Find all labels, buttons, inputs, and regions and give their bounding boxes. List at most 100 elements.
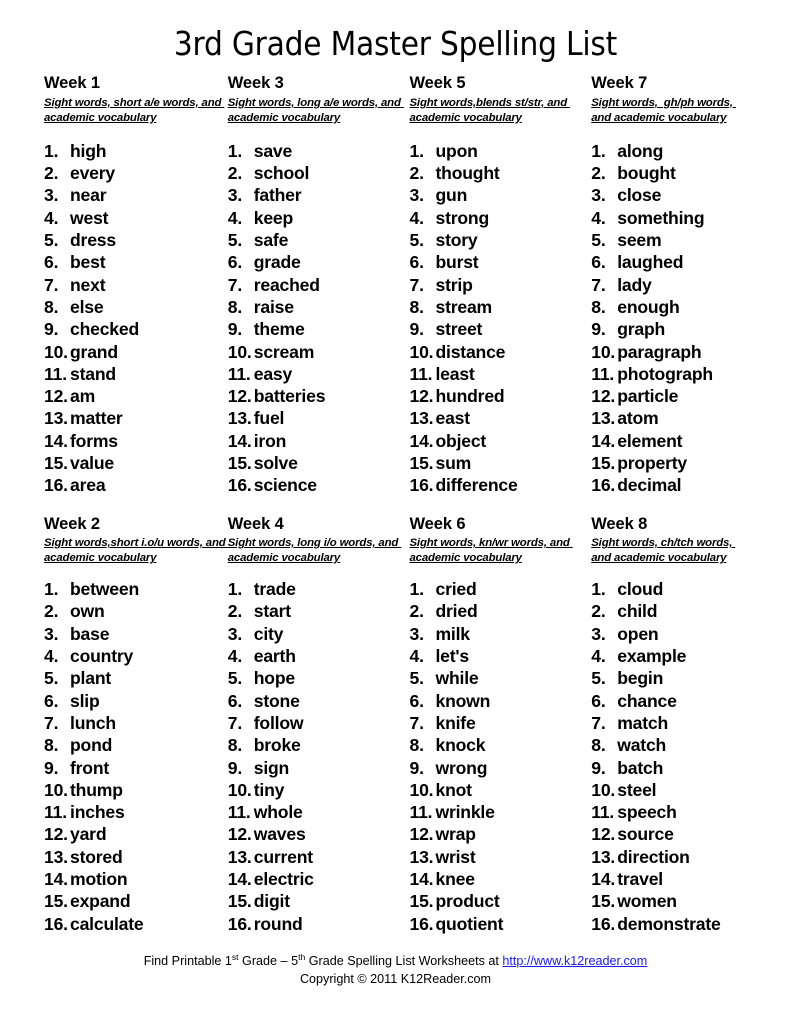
- word-number: 11.: [409, 363, 433, 384]
- word-text: forms: [70, 430, 118, 451]
- word-text: paragraph: [617, 341, 702, 362]
- word-number: 6.: [44, 690, 59, 711]
- word-text: graph: [617, 319, 666, 340]
- word-number: 2.: [227, 601, 243, 622]
- word-number: 8.: [409, 735, 424, 756]
- word-list-item: 2. every: [44, 162, 228, 184]
- word-number: 7.: [409, 712, 424, 733]
- word-text: knock: [435, 735, 486, 756]
- word-list-item: 3. gun: [409, 184, 591, 206]
- word-text: next: [70, 274, 106, 295]
- word-text: bought: [617, 163, 676, 184]
- word-list: 1. cried 2. dried 3. milk 4. let's 5. while 6. know…: [409, 578, 591, 935]
- week-subtitle: Sight words,blends st/str, and academic …: [409, 96, 571, 124]
- word-number: 14.: [44, 869, 68, 890]
- word-number: 5.: [227, 230, 243, 251]
- word-text: stone: [253, 690, 300, 711]
- word-text: element: [617, 430, 683, 451]
- word-text: watch: [617, 735, 667, 756]
- word-number: 12.: [591, 386, 616, 407]
- word-text: seem: [617, 230, 662, 251]
- word-text: checked: [70, 319, 140, 340]
- week-title: Week 4: [227, 514, 284, 533]
- word-number: 11.: [44, 363, 67, 384]
- word-number: 9.: [227, 319, 243, 340]
- word-text: product: [435, 891, 500, 912]
- week-columns-grid: Week 1 Sight words, short a/e words, and…: [0, 74, 791, 935]
- word-number: 3.: [227, 623, 243, 644]
- word-number: 4.: [44, 646, 59, 667]
- word-list-item: 10. scream: [228, 341, 410, 363]
- word-list-item: 5. while: [409, 667, 591, 689]
- word-number: 7.: [227, 274, 243, 295]
- word-number: 3.: [227, 185, 243, 206]
- word-list: 1. trade 2. start 3. city 4. earth 5. hope 6. stone…: [228, 578, 410, 935]
- word-text: wrap: [435, 824, 476, 845]
- word-number: 6.: [227, 252, 243, 273]
- word-number: 7.: [44, 274, 59, 295]
- word-number: 12.: [44, 824, 68, 845]
- word-list: 1. high 2. every 3. near 4. west 5. dress 6. best 7.…: [44, 140, 228, 497]
- word-list: 1. between 2. own 3. base 4. country 5. plant 6. sl…: [44, 578, 228, 935]
- word-number: 12.: [227, 386, 252, 407]
- word-list-item: 13. matter: [44, 407, 228, 429]
- word-number: 11.: [227, 802, 251, 823]
- word-text: street: [435, 319, 483, 340]
- word-text: save: [253, 140, 293, 161]
- word-text: follow: [253, 712, 304, 733]
- word-text: fuel: [253, 408, 285, 429]
- word-text: plant: [70, 668, 112, 689]
- word-text: known: [435, 690, 491, 711]
- word-list-item: 5. dress: [44, 229, 228, 251]
- word-text: science: [253, 475, 317, 496]
- word-list-item: 5. hope: [228, 667, 410, 689]
- word-text: yard: [70, 824, 107, 845]
- word-text: knot: [435, 779, 472, 800]
- word-list-item: 8. raise: [228, 296, 410, 318]
- word-list-item: 1. along: [591, 140, 751, 162]
- word-text: round: [253, 913, 303, 934]
- word-text: am: [70, 386, 96, 407]
- word-number: 12.: [227, 824, 252, 845]
- word-number: 14.: [591, 430, 616, 451]
- word-list-item: 6. best: [44, 251, 228, 273]
- word-text: cried: [435, 579, 477, 600]
- word-number: 14.: [227, 869, 252, 890]
- word-list-item: 8. enough: [591, 296, 751, 318]
- week-title: Week 3: [227, 74, 284, 93]
- word-number: 8.: [227, 296, 243, 317]
- word-list-item: 3. open: [591, 623, 751, 645]
- word-number: 13.: [227, 846, 252, 867]
- word-number: 12.: [409, 824, 434, 845]
- week-title: Week 6: [409, 514, 466, 533]
- word-text: near: [70, 185, 107, 206]
- word-number: 13.: [44, 846, 68, 867]
- word-text: quotient: [435, 913, 504, 934]
- word-list-item: 8. knock: [409, 734, 591, 756]
- k12reader-link[interactable]: http://www.k12reader.com: [502, 954, 647, 968]
- week-title: Week 7: [591, 74, 648, 93]
- word-number: 5.: [227, 668, 243, 689]
- word-number: 2.: [409, 601, 424, 622]
- word-list-item: 11. speech: [591, 801, 751, 823]
- word-text: lunch: [70, 712, 116, 733]
- footer-ordinal-first: st: [231, 951, 239, 962]
- word-text: object: [435, 430, 487, 451]
- word-number: 9.: [227, 757, 243, 778]
- word-number: 15.: [591, 891, 616, 912]
- week-subtitle: Sight words, kn/wr words, and academic v…: [409, 537, 573, 565]
- word-list-item: 11. photograph: [591, 363, 751, 385]
- word-text: demonstrate: [617, 913, 721, 934]
- word-list-item: 7. reached: [228, 274, 410, 296]
- word-list-item: 11. stand: [44, 363, 228, 385]
- word-list-item: 10. tiny: [228, 779, 410, 801]
- word-number: 1.: [591, 579, 606, 600]
- word-number: 1.: [591, 140, 606, 161]
- word-list-item: 8. stream: [409, 296, 591, 318]
- week-block-4: Week 4 Sight words, long i/o words, and …: [228, 515, 410, 935]
- word-number: 9.: [409, 319, 424, 340]
- word-number: 5.: [44, 230, 59, 251]
- word-list-item: 13. stored: [44, 846, 228, 868]
- word-list-item: 3. close: [591, 184, 751, 206]
- word-list-item: 13. fuel: [228, 407, 410, 429]
